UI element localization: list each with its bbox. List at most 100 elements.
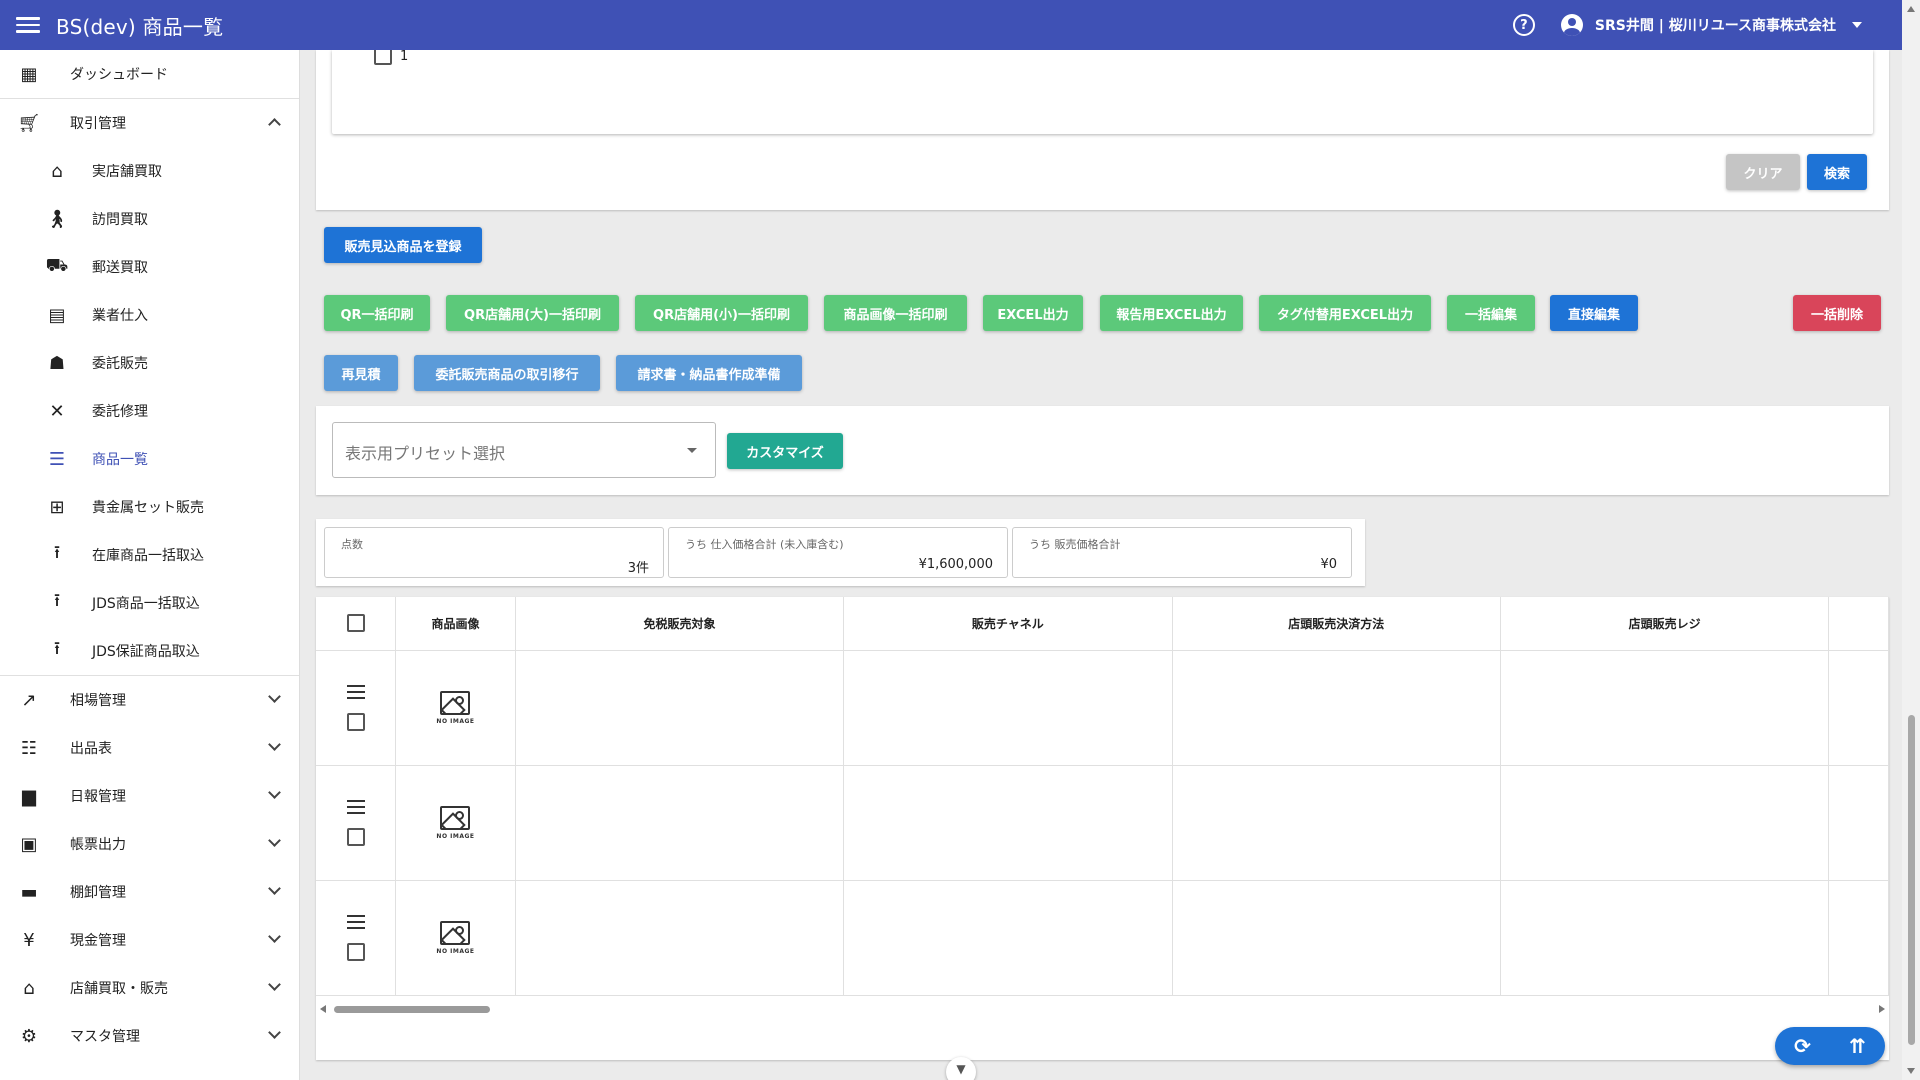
upload-icon: ⭱: [53, 590, 61, 611]
column-header[interactable]: 販売チャネル: [843, 597, 1173, 651]
report-excel-button[interactable]: 報告用EXCEL出力: [1100, 295, 1243, 331]
sidebar-item-label: 在庫商品一括取込: [92, 548, 204, 564]
no-image-icon: NO IMAGE: [435, 805, 475, 840]
table-row[interactable]: NO IMAGE: [316, 880, 1889, 996]
clear-button[interactable]: クリア: [1726, 154, 1800, 190]
qr-store-small-print-button[interactable]: QR店舗用(小)一括印刷: [635, 295, 808, 331]
scrollbar-thumb[interactable]: [334, 1006, 490, 1013]
sidebar-item-cash[interactable]: ¥ 現金管理: [0, 916, 299, 964]
horizontal-scrollbar[interactable]: [316, 1004, 1889, 1014]
floating-action-bar: ⟳ ⇈: [1775, 1027, 1885, 1065]
sidebar-item-forms[interactable]: ▣ 帳票出力: [0, 820, 299, 868]
sidebar-item-master[interactable]: ⚙ マスタ管理: [0, 1012, 299, 1060]
chevron-down-icon: [268, 834, 281, 847]
qr-store-large-print-button[interactable]: QR店舗用(大)一括印刷: [446, 295, 619, 331]
table-header-row: 商品画像 免税販売対象 販売チャネル 店頭販売決済方法 店頭販売レジ: [316, 597, 1889, 651]
excel-export-button[interactable]: EXCEL出力: [983, 295, 1083, 331]
sidebar-item-store-sales[interactable]: ⌂ 店舗買取・販売: [0, 964, 299, 1012]
bulk-delete-button[interactable]: 一括削除: [1793, 295, 1881, 331]
column-header[interactable]: 商品画像: [395, 597, 516, 651]
register-product-button[interactable]: 販売見込商品を登録: [324, 227, 482, 263]
table-row[interactable]: NO IMAGE: [316, 765, 1889, 881]
sidebar-item-listing[interactable]: ☷ 出品表: [0, 724, 299, 772]
chevron-down-icon: [268, 930, 281, 943]
customize-button[interactable]: カスタマイズ: [727, 433, 843, 469]
scrollbar-thumb[interactable]: [1908, 715, 1915, 1045]
preset-select[interactable]: 表示用プリセット選択: [332, 422, 716, 478]
scroll-right-icon[interactable]: [1879, 1005, 1885, 1013]
row-checkbox[interactable]: [346, 827, 365, 846]
sidebar-item-consignment-repair[interactable]: ✕ 委託修理: [0, 387, 299, 435]
scroll-up-icon[interactable]: [1907, 6, 1915, 12]
sidebar-item-mail-purchase[interactable]: ⛟ 郵送買取: [0, 243, 299, 291]
collapse-chevron-icon[interactable]: ▼: [946, 1057, 976, 1080]
sidebar-item-consignment-sale[interactable]: ☗ 委託販売: [0, 339, 299, 387]
consignment-transfer-button[interactable]: 委託販売商品の取引移行: [414, 355, 600, 391]
search-button[interactable]: 検索: [1807, 154, 1867, 190]
drag-handle-icon[interactable]: [346, 684, 365, 699]
summary-value: ¥1,600,000: [918, 557, 993, 572]
column-header[interactable]: 免税販売対象: [515, 597, 845, 651]
sidebar-item-dashboard[interactable]: ▦ ダッシュボード: [0, 50, 299, 98]
cart-icon: 🛒︎: [17, 112, 41, 134]
scroll-left-icon[interactable]: [320, 1005, 326, 1013]
sidebar-item-stock-import[interactable]: ⭱ 在庫商品一括取込: [0, 531, 299, 579]
menu-icon[interactable]: [16, 13, 40, 37]
sidebar-item-label: 訪問買取: [92, 212, 148, 228]
table-row[interactable]: NO IMAGE: [316, 650, 1889, 766]
bulk-edit-button[interactable]: 一括編集: [1447, 295, 1535, 331]
sidebar-item-label: 郵送買取: [92, 260, 148, 276]
sidebar-item-label: 実店舗買取: [92, 164, 162, 180]
invoice-prep-button[interactable]: 請求書・納品書作成準備: [616, 355, 802, 391]
sidebar-item-inventory[interactable]: ▬ 棚卸管理: [0, 868, 299, 916]
vertical-scrollbar[interactable]: [1902, 0, 1920, 1080]
scroll-down-icon[interactable]: [1907, 1068, 1915, 1074]
filter-card: 1: [332, 47, 1873, 134]
yen-icon: ¥: [23, 929, 35, 951]
summary-caption: 点数: [341, 538, 363, 551]
image-bulk-print-button[interactable]: 商品画像一括印刷: [824, 295, 967, 331]
requote-button[interactable]: 再見積: [324, 355, 398, 391]
drag-handle-icon[interactable]: [346, 914, 365, 929]
no-image-icon: NO IMAGE: [435, 690, 475, 725]
truck-icon: ⛟: [45, 255, 69, 276]
gear-icon: ⚙: [20, 1025, 38, 1047]
drag-handle-icon[interactable]: [346, 799, 365, 814]
sidebar-item-vendor[interactable]: ▤ 業者仕入: [0, 291, 299, 339]
sidebar-item-daily-report[interactable]: ▆ 日報管理: [0, 772, 299, 820]
sidebar-item-product-list[interactable]: ☰ 商品一覧: [0, 435, 299, 483]
column-header[interactable]: 店頭販売決済方法: [1172, 597, 1501, 651]
refresh-icon[interactable]: ⟳: [1794, 1034, 1811, 1058]
sidebar-item-transactions[interactable]: 🛒︎ 取引管理: [0, 99, 299, 147]
sidebar: ▦ ダッシュボード 🛒︎ 取引管理 ⌂ 実店舗買取 🚶︎ 訪問買取 ⛟ 郵送買取…: [0, 50, 300, 1080]
help-icon[interactable]: ?: [1512, 14, 1535, 36]
sidebar-item-label: 取引管理: [70, 116, 126, 132]
chevron-down-icon: [268, 882, 281, 895]
row-checkbox[interactable]: [346, 712, 365, 731]
column-header[interactable]: 店頭販売レジ: [1500, 597, 1830, 651]
user-name[interactable]: SRS井間 | 桜川リユース商事株式会社: [1595, 15, 1836, 35]
sidebar-item-label: 店舗買取・販売: [70, 981, 168, 997]
tag-excel-button[interactable]: タグ付替用EXCEL出力: [1259, 295, 1431, 331]
sidebar-item-label: 棚卸管理: [70, 885, 126, 901]
chevron-down-icon[interactable]: [1852, 22, 1862, 28]
sidebar-item-visit-purchase[interactable]: 🚶︎ 訪問買取: [0, 195, 299, 243]
summary-card: 点数 3件 うち 仕入価格合計 (未入庫含む) ¥1,600,000 うち 販売…: [316, 519, 1365, 586]
select-all-checkbox[interactable]: [346, 614, 365, 633]
sidebar-item-store-purchase[interactable]: ⌂ 実店舗買取: [0, 147, 299, 195]
sidebar-item-jds-warranty[interactable]: ⭱ JDS保証商品取込: [0, 627, 299, 675]
tools-icon: ✕: [49, 400, 65, 422]
sidebar-item-market[interactable]: ↗ 相場管理: [0, 676, 299, 724]
row-checkbox[interactable]: [346, 942, 365, 961]
sidebar-item-label: 商品一覧: [92, 452, 148, 468]
chevron-down-icon: [268, 978, 281, 991]
account-icon[interactable]: [1560, 14, 1583, 36]
sidebar-item-label: マスタ管理: [70, 1029, 140, 1045]
sidebar-item-precious-metal[interactable]: ⊞ 貴金属セット販売: [0, 483, 299, 531]
sidebar-item-jds-import[interactable]: ⭱ JDS商品一括取込: [0, 579, 299, 627]
direct-edit-button[interactable]: 直接編集: [1550, 295, 1638, 331]
sidebar-item-label: 業者仕入: [92, 308, 148, 324]
scroll-top-icon[interactable]: ⇈: [1849, 1034, 1866, 1058]
store-icon: ⌂: [23, 977, 35, 999]
qr-bulk-print-button[interactable]: QR一括印刷: [324, 295, 430, 331]
